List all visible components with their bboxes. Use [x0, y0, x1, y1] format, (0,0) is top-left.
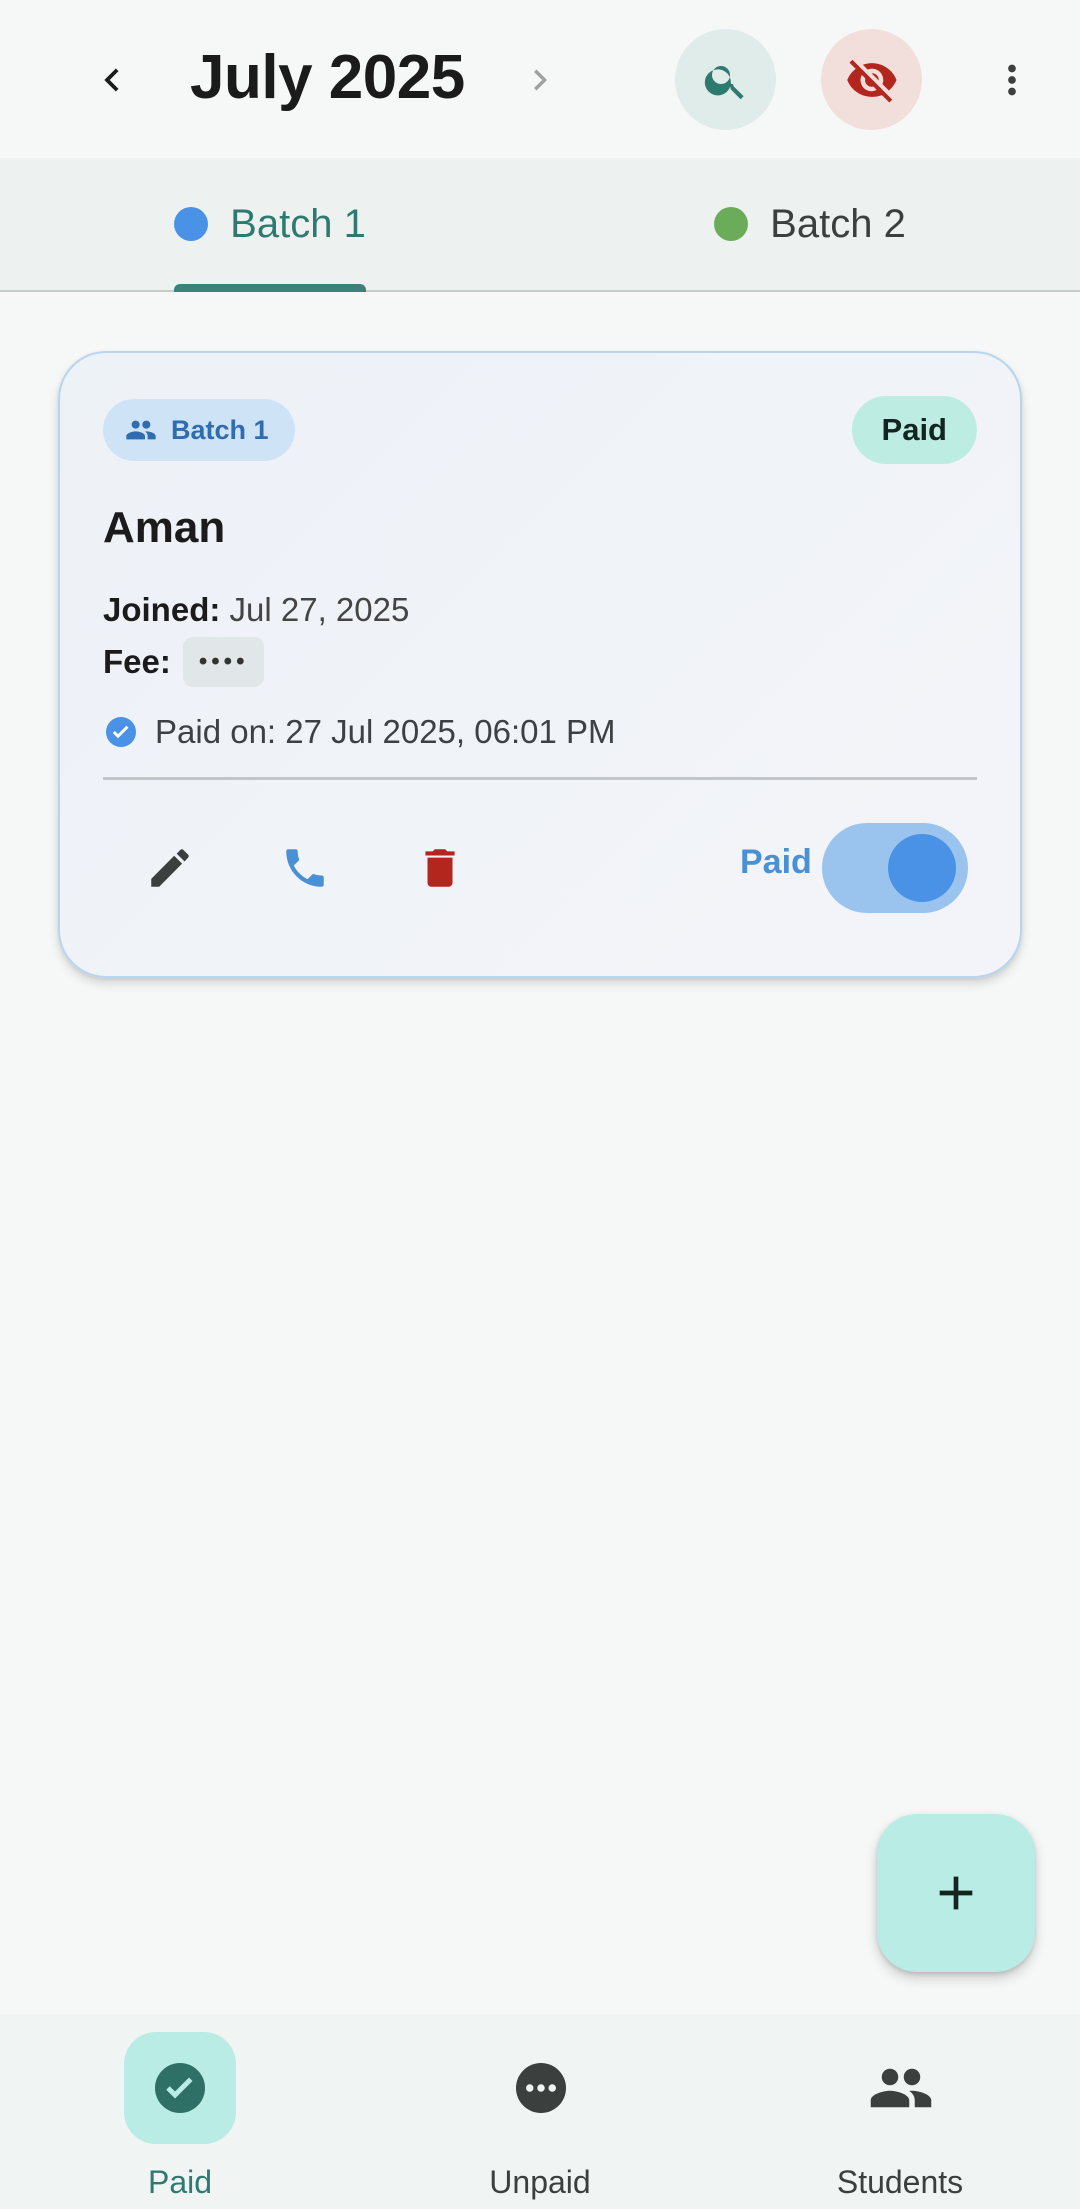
- call-button[interactable]: [260, 823, 350, 913]
- paid-toggle-label: Paid: [740, 843, 812, 881]
- joined-value: Jul 27, 2025: [229, 591, 410, 628]
- chevron-left-icon: [104, 68, 119, 92]
- previous-month-button[interactable]: [72, 40, 152, 120]
- edit-icon: [151, 849, 189, 887]
- edit-button[interactable]: [125, 823, 215, 913]
- joined-label: Joined:: [103, 591, 221, 628]
- tab-batch-2[interactable]: Batch 2: [540, 158, 1080, 290]
- nav-icon-container: [485, 2032, 597, 2144]
- student-card[interactable]: Batch 1 Paid Aman Joined: Jul 27, 2025 F…: [58, 351, 1022, 978]
- toggle-knob: [888, 834, 956, 902]
- batch-1-color-dot: [174, 207, 209, 241]
- fee-row: Fee: ••••: [103, 637, 265, 687]
- add-student-button[interactable]: [877, 1814, 1035, 1972]
- app-bar: July 2025: [0, 0, 1080, 158]
- group-icon: [126, 420, 156, 440]
- bottom-navigation: Paid Unpaid Students: [0, 2014, 1080, 2209]
- nav-icon-container: [124, 2032, 236, 2144]
- check-circle-icon: [155, 2063, 205, 2113]
- paid-on-row: Paid on: 27 Jul 2025, 06:01 PM: [103, 713, 616, 751]
- more-vert-icon: [1008, 64, 1016, 96]
- fee-hidden-value: ••••: [182, 637, 265, 687]
- more-horiz-circle-icon: [516, 2063, 566, 2113]
- delete-icon: [425, 849, 455, 887]
- add-icon: [939, 1876, 973, 1910]
- nav-label: Students: [836, 2164, 964, 2200]
- nav-icon-container: [845, 2032, 957, 2144]
- nav-item-paid[interactable]: Paid: [0, 2014, 360, 2209]
- nav-item-unpaid[interactable]: Unpaid: [360, 2014, 720, 2209]
- people-icon: [870, 2068, 932, 2108]
- batch-chip-label: Batch 1: [171, 414, 269, 445]
- student-name: Aman: [103, 503, 226, 552]
- fee-label: Fee:: [103, 643, 171, 680]
- paid-on-text: Paid on: 27 Jul 2025, 06:01 PM: [155, 713, 616, 750]
- month-title: July 2025: [190, 43, 465, 112]
- paid-toggle[interactable]: [822, 823, 968, 913]
- batch-2-color-dot: [714, 207, 749, 241]
- nav-item-students[interactable]: Students: [720, 2014, 1080, 2209]
- phone-icon: [286, 849, 324, 887]
- tab-batch-1[interactable]: Batch 1: [0, 158, 540, 290]
- delete-button[interactable]: [395, 823, 485, 913]
- search-button[interactable]: [675, 29, 776, 130]
- tab-indicator: [174, 284, 366, 292]
- nav-label: Paid: [147, 2164, 213, 2200]
- nav-label: Unpaid: [489, 2164, 591, 2200]
- tab-label: Batch 1: [230, 201, 366, 246]
- next-month-button[interactable]: [500, 40, 580, 120]
- batch-chip: Batch 1: [103, 399, 295, 461]
- hide-fees-button[interactable]: [821, 29, 922, 130]
- tab-label: Batch 2: [770, 201, 906, 246]
- more-options-button[interactable]: [972, 40, 1052, 120]
- joined-row: Joined: Jul 27, 2025: [103, 591, 409, 629]
- visibility-off-icon: [846, 59, 897, 102]
- card-divider: [103, 777, 977, 780]
- batch-tabs: Batch 1 Batch 2: [0, 158, 1080, 292]
- check-circle-icon: [106, 717, 136, 747]
- chevron-right-icon: [534, 69, 547, 91]
- search-icon: [704, 65, 744, 99]
- status-badge: Paid: [851, 396, 977, 464]
